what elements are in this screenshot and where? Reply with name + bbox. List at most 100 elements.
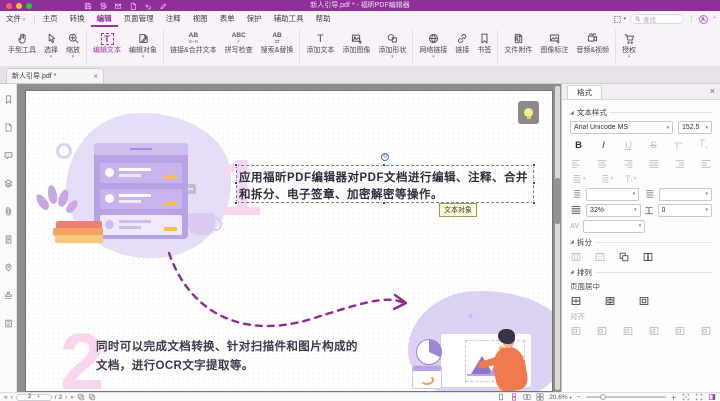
nav-form-field-icon[interactable] [3, 318, 14, 329]
account-avatar[interactable] [699, 15, 708, 24]
collapse-toolbar-icon[interactable]: ⌃ [712, 16, 717, 23]
align-right-button[interactable] [622, 158, 634, 170]
paragraph-select[interactable]: ▾ [659, 188, 712, 201]
line-spacing-select[interactable]: 32%▾ [586, 204, 641, 217]
zoom-in-button[interactable]: ＋ [671, 392, 678, 401]
toolbar-添加文本[interactable]: T添加文本 [302, 30, 338, 64]
fit-page-icon[interactable] [682, 393, 690, 401]
zoom-slider[interactable] [586, 396, 666, 398]
toolbar-链接&合并文本[interactable]: ABo–o链接&合并文本 [166, 30, 221, 64]
toolbar-文件附件[interactable]: 文件附件 [500, 30, 536, 64]
menu-4-注释[interactable]: 注释 [160, 11, 187, 27]
close-panel-icon[interactable]: × [710, 86, 715, 96]
resize-handle[interactable] [532, 163, 536, 167]
toolbar-缩放[interactable]: 缩放▾ [62, 30, 84, 64]
resize-handle[interactable] [532, 201, 536, 205]
print-icon[interactable] [99, 2, 107, 10]
menu-5-视图[interactable]: 视图 [187, 11, 214, 27]
toolbar-拼写检查[interactable]: ABC✓拼写检查 [221, 30, 257, 64]
nav-page-thumbnails-icon[interactable] [3, 122, 14, 133]
close-tab-icon[interactable]: × [93, 72, 98, 81]
vertical-scrollbar[interactable] [555, 86, 560, 390]
minimize-window-button[interactable] [16, 3, 22, 9]
font-size-select[interactable]: 152.5▾ [678, 121, 712, 134]
section-header[interactable]: ◢排列 [570, 267, 712, 278]
selection-box[interactable]: ↻ [236, 165, 534, 203]
toolbar-编辑对象[interactable]: 编辑对象▾ [125, 30, 161, 64]
obj-align-bottom-button[interactable] [700, 325, 712, 337]
menu-6-表单[interactable]: 表单 [214, 11, 241, 27]
superscript-button[interactable]: T+ [670, 138, 687, 153]
next-page-button[interactable]: › [65, 394, 67, 401]
pdf-text-block[interactable]: 同时可以完成文档转换、针对扫描件和图片构成的 文档，进行OCR文字提取等。 [96, 338, 358, 376]
align-left-button[interactable] [570, 158, 582, 170]
nav-bookmark-icon[interactable] [3, 94, 14, 105]
align-justify-button[interactable] [648, 158, 660, 170]
strikethrough-button[interactable]: S [645, 139, 662, 152]
text-direction-button[interactable]: T↓▾ [625, 174, 637, 184]
resize-handle[interactable] [234, 181, 238, 185]
prev-page-button[interactable]: ‹ [11, 394, 13, 401]
maximize-window-button[interactable] [26, 3, 32, 9]
lightbulb-note-icon[interactable] [518, 101, 539, 124]
close-window-button[interactable] [6, 3, 12, 9]
resize-handle[interactable] [532, 181, 536, 185]
facing-pages-icon[interactable] [523, 393, 531, 401]
bullet-list-button[interactable]: ▾ [570, 173, 586, 185]
obj-align-left-button[interactable] [570, 325, 582, 337]
undo-icon[interactable] [144, 2, 152, 10]
nav-layers-icon[interactable] [3, 178, 14, 189]
zoom-slider-knob[interactable] [600, 394, 606, 400]
toolbar-链接[interactable]: 链接 [451, 30, 473, 64]
pdf-page[interactable]: 1 2 ♥ [25, 90, 553, 392]
document-tab[interactable]: 新人引导.pdf * × [6, 68, 104, 83]
menu-2-编辑[interactable]: 编辑 [91, 11, 118, 27]
toolbar-网络链接[interactable]: 网络链接▾ [415, 30, 451, 64]
menu-9-帮助[interactable]: 帮助 [310, 11, 337, 27]
resize-handle[interactable] [234, 163, 238, 167]
first-page-button[interactable]: « [4, 394, 8, 401]
toolbar-编辑文本[interactable]: T编辑文本 [89, 30, 125, 64]
mail-icon[interactable] [114, 2, 122, 10]
center-vertical-button[interactable] [604, 295, 616, 307]
obj-align-right-button[interactable] [622, 325, 634, 337]
obj-align-top-button[interactable] [648, 325, 660, 337]
center-both-button[interactable] [638, 295, 650, 307]
section-header[interactable]: ◢拆分 [570, 237, 712, 248]
toolbar-添加图像[interactable]: 添加图像 [338, 30, 374, 64]
toolbar-图像标注[interactable]: 图像标注 [536, 30, 572, 64]
underline-button[interactable]: U [620, 139, 637, 152]
panel-toggle-icon[interactable] [708, 393, 716, 401]
resize-handle[interactable] [382, 163, 386, 167]
scrollbar-thumb[interactable] [555, 178, 560, 224]
resize-handle[interactable] [234, 201, 238, 205]
last-page-button[interactable]: » [70, 394, 74, 401]
kerning-select[interactable]: ▾ [583, 220, 645, 233]
menu-0-主页[interactable]: 主页 [37, 11, 64, 27]
split-cells-button[interactable] [642, 251, 654, 263]
bold-button[interactable]: B [570, 139, 587, 152]
save-icon[interactable] [84, 2, 92, 10]
toolbar-添加形状[interactable]: 添加形状▾ [374, 30, 410, 64]
full-screen-icon[interactable] [695, 393, 703, 401]
document-icon[interactable] [129, 2, 137, 10]
resize-handle[interactable] [382, 201, 386, 205]
obj-align-vcenter-button[interactable] [674, 325, 686, 337]
tab-format[interactable]: 格式 [567, 85, 602, 99]
menu-3-页面管理[interactable]: 页面管理 [118, 11, 160, 27]
toolbar-手型工具[interactable]: 手型工具 [4, 30, 40, 64]
toolbar-授权[interactable]: 授权▾ [618, 30, 640, 64]
split-rows-button[interactable] [594, 251, 606, 263]
subscript-button[interactable]: T+ [695, 137, 712, 155]
char-spacing-select[interactable]: 0▾ [658, 204, 713, 217]
more-options-icon[interactable]: ⋮ [688, 15, 695, 23]
zoom-out-button[interactable]: − [577, 394, 581, 401]
split-columns-button[interactable] [570, 251, 582, 263]
nav-destinations-icon[interactable] [3, 262, 14, 273]
previous-view-icon[interactable] [77, 393, 85, 401]
section-header[interactable]: ◢文本样式 [570, 107, 712, 118]
single-page-icon[interactable] [497, 393, 505, 401]
nav-attachment-icon[interactable] [3, 206, 14, 217]
continuous-facing-icon[interactable] [536, 393, 544, 401]
menu-7-保护[interactable]: 保护 [241, 11, 268, 27]
